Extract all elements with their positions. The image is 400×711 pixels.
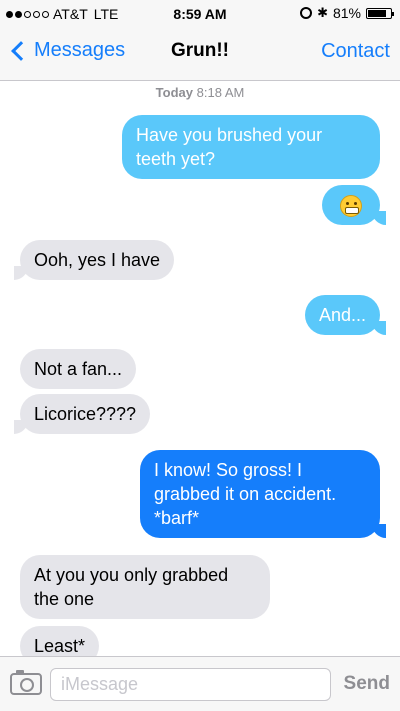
conversation-thread[interactable]: Today 8:18 AM Have you brushed your teet…	[0, 81, 400, 656]
bluetooth-icon: ✱	[317, 5, 328, 20]
outgoing-emoji-bubble[interactable]	[322, 185, 386, 225]
contact-button[interactable]: Contact	[321, 40, 390, 63]
incoming-message-bubble[interactable]: At you you only grabbed the one	[20, 555, 270, 619]
incoming-message-bubble[interactable]: Least*	[20, 626, 100, 656]
status-right: ✱ 81%	[300, 5, 394, 21]
alarm-clock-icon	[300, 7, 313, 19]
message-input-bar: Send	[0, 656, 400, 711]
status-bar: AT&T LTE 8:59 AM ✱ 81%	[0, 0, 400, 26]
grimacing-face-icon	[340, 195, 362, 218]
navigation-bar: Messages Grun!! Contact	[0, 26, 400, 81]
outgoing-message-bubble[interactable]: And...	[304, 295, 387, 335]
message-timestamp: Today 8:18 AM	[0, 85, 400, 100]
camera-icon[interactable]	[10, 670, 42, 695]
battery-percent: 81%	[332, 5, 361, 21]
outgoing-message-bubble[interactable]: Have you brushed your teeth yet?	[122, 115, 380, 179]
send-button[interactable]: Send	[344, 673, 390, 695]
outgoing-sms-bubble[interactable]: I know! So gross! I grabbed it on accide…	[140, 450, 386, 538]
battery-fill	[368, 9, 386, 17]
timestamp-day: Today	[155, 85, 193, 100]
incoming-message-bubble[interactable]: Ooh, yes I have	[13, 240, 175, 280]
message-input[interactable]	[50, 668, 331, 701]
battery-icon	[366, 7, 394, 19]
incoming-message-bubble[interactable]: Licorice????	[13, 394, 151, 434]
incoming-message-bubble[interactable]: Not a fan...	[20, 349, 137, 389]
timestamp-time: 8:18 AM	[196, 85, 245, 100]
